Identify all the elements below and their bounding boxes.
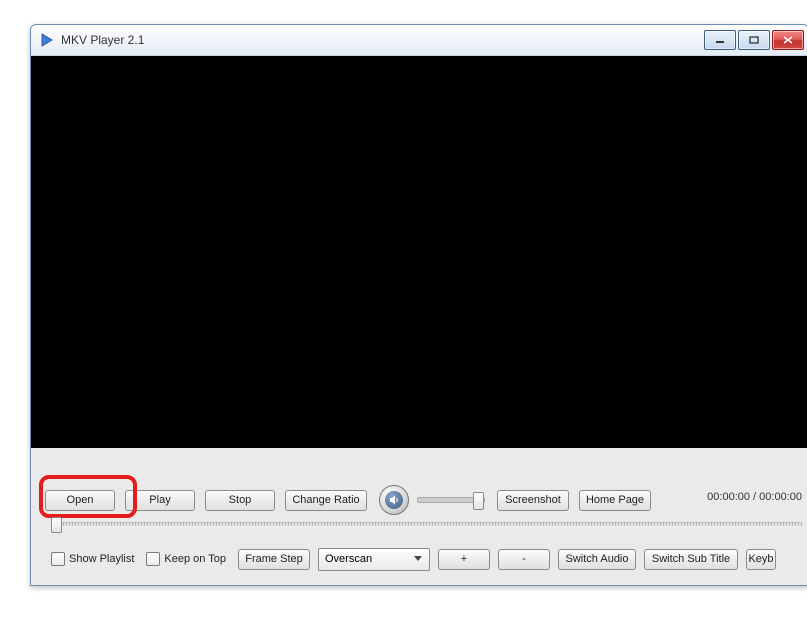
volume-slider[interactable] [417, 490, 485, 510]
frame-step-button[interactable]: Frame Step [238, 549, 310, 570]
content-area: Open Play Stop Change Ratio S [31, 56, 807, 586]
minimize-button[interactable] [704, 30, 736, 50]
volume-thumb[interactable] [473, 492, 484, 510]
close-button[interactable] [772, 30, 804, 50]
overscan-minus-button[interactable]: - [498, 549, 550, 570]
mute-button[interactable] [379, 485, 409, 515]
switch-audio-button[interactable]: Switch Audio [558, 549, 636, 570]
overscan-plus-button[interactable]: + [438, 549, 490, 570]
main-controls-row: Open Play Stop Change Ratio S [45, 483, 802, 517]
time-display: 00:00:00 / 00:00:00 [707, 491, 802, 503]
switch-subtitle-button[interactable]: Switch Sub Title [644, 549, 738, 570]
video-area[interactable] [31, 56, 807, 448]
time-elapsed: 00:00:00 [707, 491, 750, 503]
app-icon [39, 32, 55, 48]
options-row: Show Playlist Keep on Top Frame Step Ove… [51, 545, 807, 573]
open-button[interactable]: Open [45, 490, 115, 511]
app-window: MKV Player 2.1 Open Play Stop Change Rat… [30, 24, 807, 586]
stop-button[interactable]: Stop [205, 490, 275, 511]
time-total: 00:00:00 [759, 491, 802, 503]
show-playlist-checkbox[interactable]: Show Playlist [51, 552, 134, 566]
window-title: MKV Player 2.1 [61, 33, 144, 47]
controls-panel: Open Play Stop Change Ratio S [39, 453, 807, 586]
change-ratio-button[interactable]: Change Ratio [285, 490, 367, 511]
overscan-select[interactable]: Overscan [318, 548, 430, 571]
chevron-down-icon [411, 552, 425, 566]
home-page-button[interactable]: Home Page [579, 490, 651, 511]
window-controls [704, 30, 804, 50]
maximize-button[interactable] [738, 30, 770, 50]
seek-thumb[interactable] [51, 517, 62, 533]
title-bar[interactable]: MKV Player 2.1 [31, 25, 807, 56]
seek-slider[interactable] [51, 517, 802, 531]
play-button[interactable]: Play [125, 490, 195, 511]
keyboard-button[interactable]: Keyb [746, 549, 776, 570]
keep-on-top-checkbox[interactable]: Keep on Top [146, 552, 226, 566]
screenshot-button[interactable]: Screenshot [497, 490, 569, 511]
